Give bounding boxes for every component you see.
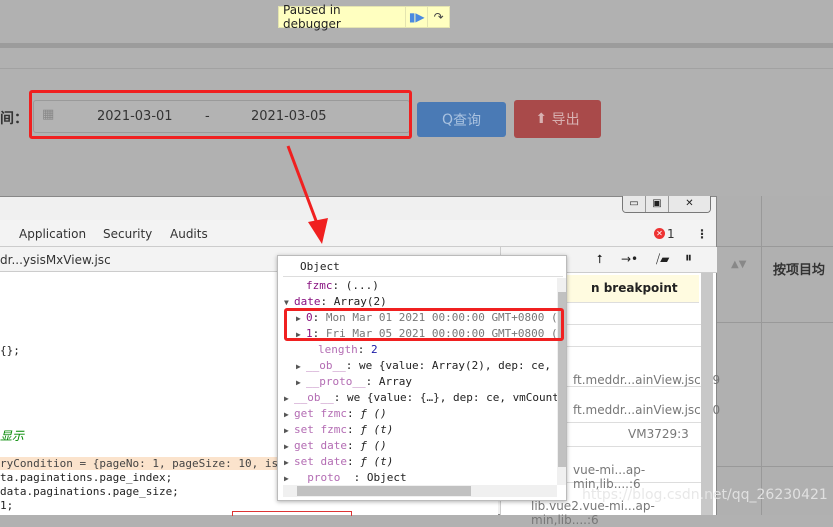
watermark: https://blog.csdn.net/qq_26230421 (582, 487, 828, 503)
annotation-arrow (286, 145, 328, 244)
